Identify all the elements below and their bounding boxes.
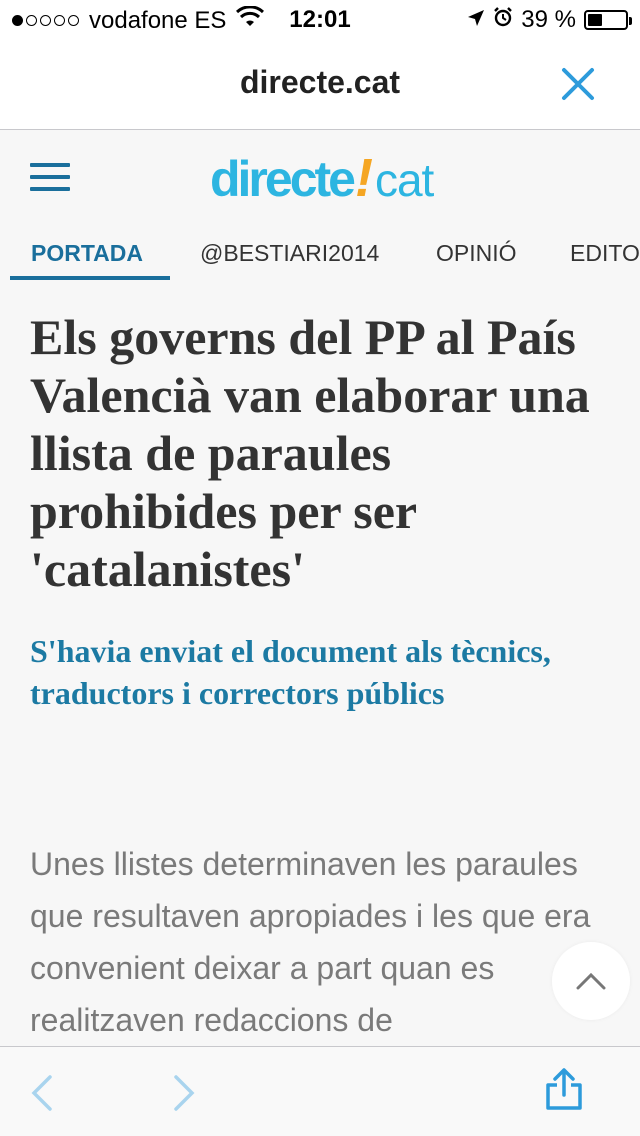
battery-tip [629,17,632,25]
article-subheadline: S'havia enviat el document als tècnics, … [30,633,551,711]
menu-line [30,175,70,179]
chevron-left-icon [31,1075,52,1111]
location-arrow-icon [467,6,485,34]
status-bar: vodafone ES 12:01 39 % [0,0,640,40]
logo-main: directe [210,151,356,207]
scroll-to-top-button[interactable] [552,942,630,1020]
logo-bang: ! [354,148,373,208]
battery-icon [584,10,632,30]
close-icon [562,68,594,100]
tab-opinio[interactable]: OPINIÓ [436,240,517,267]
forward-button[interactable] [162,1071,206,1115]
article-headline: Els governs del PP al País Valencià van … [30,309,590,597]
status-right: 39 % [467,6,632,34]
menu-line [30,163,70,167]
alarm-icon [493,6,513,34]
tab-edito[interactable]: EDITO [570,240,640,267]
battery-percent: 39 % [521,6,576,33]
tab-bestiari2014[interactable]: @BESTIARI2014 [200,240,379,267]
chevron-up-icon [576,972,606,990]
browser-title-bar: directe.cat [0,40,640,130]
article-body: Unes llistes determinaven les paraules q… [30,846,591,1038]
section-tabs: PORTADA @BESTIARI2014 OPINIÓ EDITO [0,234,640,282]
screen: vodafone ES 12:01 39 % directe.cat direc… [0,0,640,1136]
menu-line [30,187,70,191]
active-tab-indicator [10,276,170,280]
site-header: directe ! cat [0,131,640,231]
logo-tld: cat [374,154,434,206]
back-button[interactable] [20,1071,64,1115]
share-button[interactable] [542,1067,586,1111]
chevron-right-icon [174,1075,195,1111]
close-button[interactable] [556,62,600,106]
browser-domain: directe.cat [239,64,401,100]
tab-portada[interactable]: PORTADA [31,240,143,267]
site-logo[interactable]: directe ! cat [210,147,434,209]
battery-fill [588,14,603,26]
browser-toolbar [0,1046,640,1136]
share-icon [546,1068,582,1110]
hamburger-menu-icon[interactable] [30,163,70,195]
